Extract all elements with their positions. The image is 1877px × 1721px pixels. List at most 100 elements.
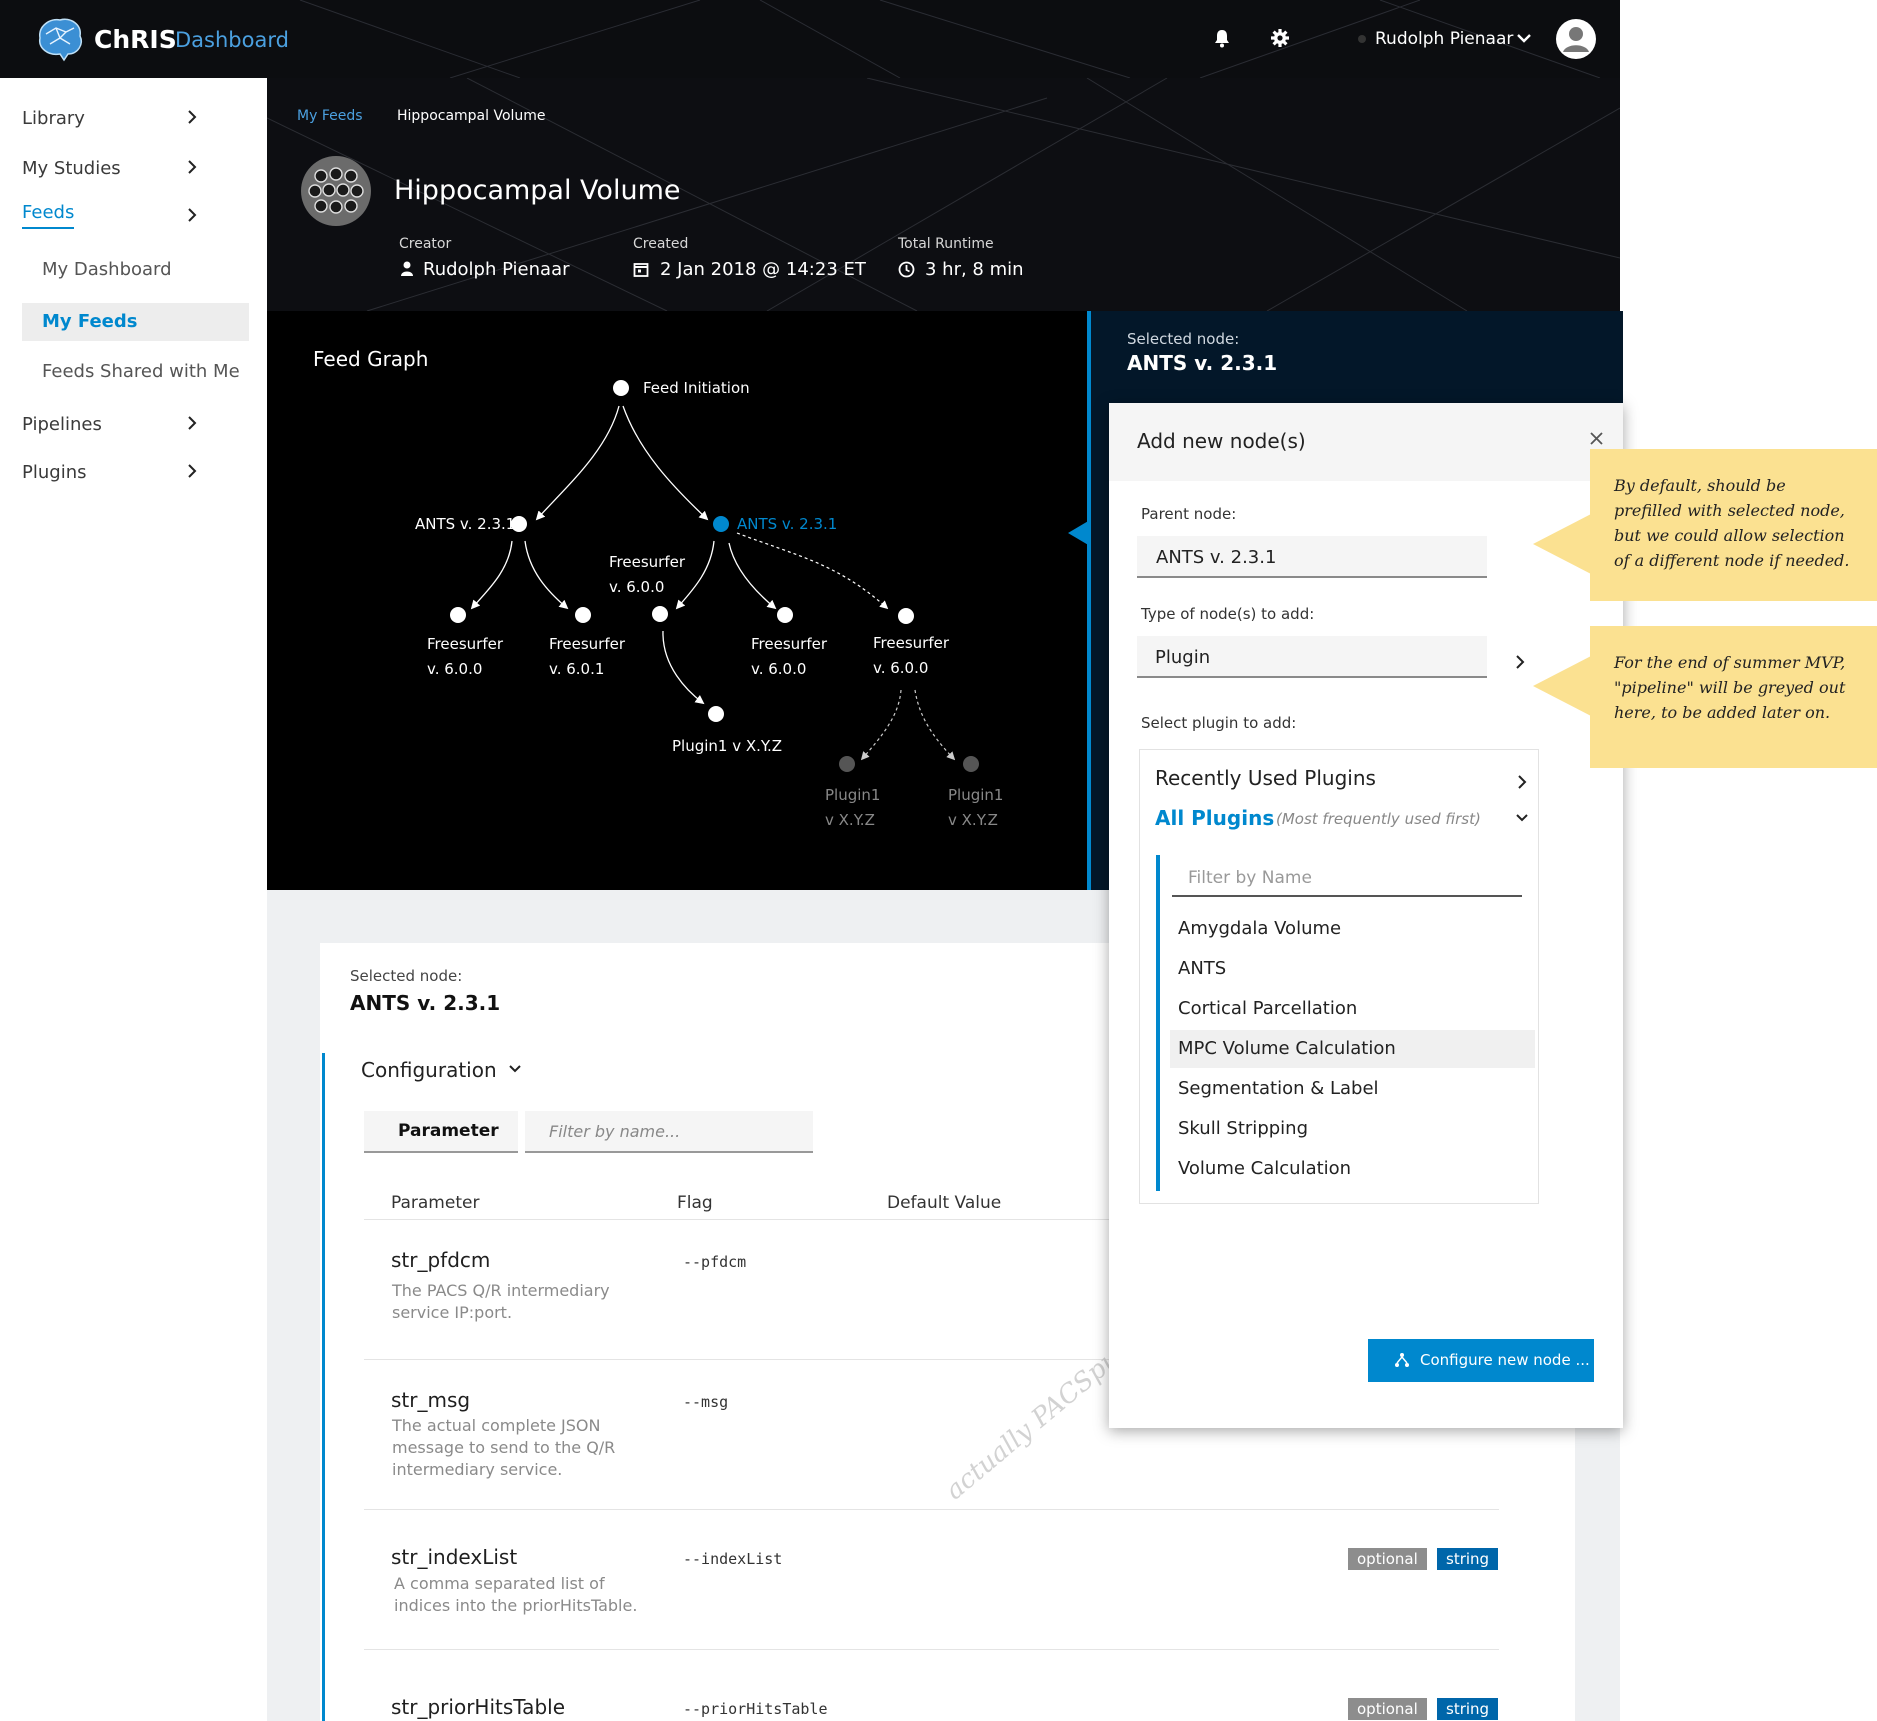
user-name[interactable]: Rudolph Pienaar — [1375, 29, 1513, 49]
node-fs4 — [898, 608, 914, 624]
edge-ants-right-fs4 — [736, 532, 889, 610]
col-parameter: Parameter — [391, 1193, 480, 1213]
label-fs1-1: Freesurfer — [427, 635, 504, 653]
sidebar-item-plugins[interactable]: Plugins — [22, 462, 86, 483]
param-flag: --priorHitsTable — [683, 1700, 828, 1718]
feed-title: Hippocampal Volume — [394, 175, 681, 206]
optional-badge: optional — [1348, 1548, 1427, 1570]
label-fs4-2: v. 6.0.0 — [873, 659, 928, 677]
breadcrumb-my-feeds[interactable]: My Feeds — [297, 108, 363, 124]
plugin-item[interactable]: Skull Stripping — [1170, 1110, 1535, 1148]
edge-fs4-plugin-c — [914, 689, 956, 761]
chevron-down-icon[interactable] — [1517, 33, 1531, 43]
chevron-right-icon[interactable] — [186, 464, 198, 478]
sidebar-subitem-feeds-shared[interactable]: Feeds Shared with Me — [42, 361, 240, 382]
close-icon[interactable] — [1589, 431, 1604, 446]
plugin-item-hover[interactable]: MPC Volume Calculation — [1170, 1030, 1535, 1068]
all-plugins-toggle[interactable]: All Plugins — [1155, 806, 1274, 830]
edge-ants-right-fs3 — [728, 542, 777, 610]
plugin-list-accent — [1156, 855, 1160, 1191]
tab-parameter-label: Parameter — [398, 1121, 499, 1141]
feed-thumbnail-icon — [301, 156, 371, 226]
node-fsmid — [652, 606, 668, 622]
sidebar-subitem-my-dashboard[interactable]: My Dashboard — [42, 259, 172, 280]
all-plugins-hint: (Most frequently used first) — [1276, 810, 1481, 828]
label-fsmid-1: Freesurfer — [609, 553, 686, 571]
param-flag: --indexList — [683, 1550, 783, 1568]
label-plugin-c-2: v X.Y.Z — [948, 811, 998, 829]
recent-plugins-toggle[interactable]: Recently Used Plugins — [1155, 766, 1376, 790]
sticky-note-pipeline: For the end of summer MVP, "pipeline" wi… — [1590, 626, 1877, 768]
configuration-title[interactable]: Configuration — [361, 1058, 497, 1082]
node-type-label: Type of node(s) to add: — [1141, 605, 1315, 623]
node-plugin-b — [839, 756, 855, 772]
clock-icon — [898, 261, 915, 278]
node-fs1 — [450, 607, 466, 623]
app-subtitle: Dashboard — [175, 28, 289, 52]
param-name: str_priorHitsTable — [391, 1695, 565, 1719]
row-divider — [364, 1509, 1499, 1510]
panel-selected-label: Selected node: — [1127, 330, 1240, 348]
label-plugin-b-1: Plugin1 — [825, 786, 880, 804]
node-feed-initiation — [613, 380, 629, 396]
config-accent-bar — [322, 1053, 325, 1721]
node-fs3 — [777, 607, 793, 623]
edge-root-ants-right — [622, 405, 709, 521]
configure-node-button[interactable]: Configure new node ... — [1368, 1339, 1594, 1382]
plugin-item[interactable]: ANTS — [1170, 950, 1535, 988]
label-ants-right: ANTS v. 2.3.1 — [737, 515, 837, 533]
label-plugin-b-2: v X.Y.Z — [825, 811, 875, 829]
note-pointer — [1533, 513, 1593, 575]
sidebar-subitem-my-feeds[interactable]: My Feeds — [42, 311, 138, 332]
panel-pointer-icon — [1068, 520, 1090, 546]
param-desc: The PACS Q/R intermediary service IP:por… — [392, 1281, 610, 1322]
feed-graph-panel: Feed Graph Feed Initiation ANTS v. 2.3.1… — [267, 311, 1089, 890]
runtime-label: Total Runtime — [898, 236, 994, 252]
param-name: str_pfdcm — [391, 1248, 491, 1272]
chevron-right-icon[interactable] — [186, 208, 198, 222]
plugin-filter-placeholder: Filter by Name — [1188, 868, 1312, 888]
sidebar-item-my-studies[interactable]: My Studies — [22, 158, 121, 179]
param-flag: --msg — [683, 1393, 729, 1411]
param-name: str_indexList — [391, 1545, 518, 1569]
sidebar-item-feeds[interactable]: Feeds — [22, 202, 75, 229]
chevron-right-icon[interactable] — [186, 416, 198, 430]
bell-icon[interactable] — [1213, 28, 1231, 48]
chevron-right-icon[interactable] — [186, 160, 198, 174]
plugin-item[interactable]: Amygdala Volume — [1170, 910, 1535, 948]
node-fs2 — [575, 607, 591, 623]
sidebar-item-library[interactable]: Library — [22, 108, 85, 129]
label-fs3-2: v. 6.0.0 — [751, 660, 806, 678]
edge-fsmid-plugin — [662, 630, 705, 705]
param-flag: --pfdcm — [683, 1253, 747, 1271]
plugin-item[interactable]: Segmentation & Label — [1170, 1070, 1535, 1108]
edge-fs4-plugin-b — [860, 689, 902, 761]
node-plugin-c — [963, 756, 979, 772]
modal-title: Add new node(s) — [1137, 429, 1306, 453]
col-flag: Flag — [677, 1193, 713, 1213]
label-fs2-2: v. 6.0.1 — [549, 660, 604, 678]
avatar[interactable] — [1556, 19, 1596, 59]
plugin-item[interactable]: Volume Calculation — [1170, 1150, 1535, 1188]
node-plugin-a — [708, 706, 724, 722]
gear-icon[interactable] — [1270, 28, 1290, 48]
node-type-value: Plugin — [1155, 647, 1211, 668]
plugin-selector: Recently Used Plugins All Plugins (Most … — [1139, 749, 1539, 1204]
edge-ants-left-fs1 — [470, 540, 513, 610]
chevron-right-icon[interactable] — [1517, 775, 1527, 789]
creator-label: Creator — [399, 236, 452, 252]
node-ants-right-selected — [713, 516, 729, 532]
param-desc: The actual complete JSON message to send… — [392, 1416, 616, 1479]
feed-graph-canvas: Feed Initiation ANTS v. 2.3.1 ANTS v. 2.… — [415, 379, 1003, 829]
chevron-down-icon[interactable] — [1515, 813, 1529, 823]
app-name: ChRIS — [94, 25, 177, 54]
chevron-right-icon[interactable] — [1515, 655, 1525, 669]
row-divider — [364, 1649, 1499, 1650]
configure-node-label: Configure new node ... — [1420, 1351, 1590, 1369]
chevron-down-icon[interactable] — [508, 1064, 522, 1074]
sidebar-item-pipelines[interactable]: Pipelines — [22, 414, 102, 435]
edge-ants-right-fsmid — [675, 540, 715, 610]
plugin-item[interactable]: Cortical Parcellation — [1170, 990, 1535, 1028]
chevron-right-icon[interactable] — [186, 110, 198, 124]
sticky-note-parent-text: By default, should be prefilled with sel… — [1614, 476, 1850, 570]
